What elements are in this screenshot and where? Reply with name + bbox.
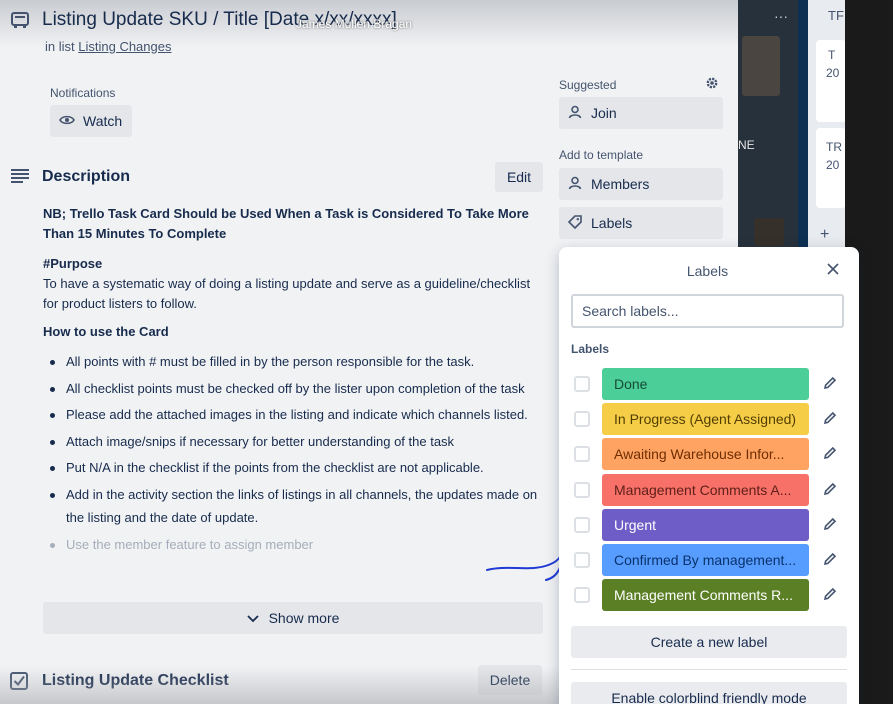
card-thumbnail[interactable]	[742, 36, 780, 96]
list-item: All points with # must be filled in by t…	[43, 350, 548, 374]
label-row[interactable]: In Progress (Agent Assigned)	[571, 403, 847, 436]
add-to-template-label: Add to template	[559, 148, 644, 162]
description-icon	[10, 168, 30, 189]
label-row[interactable]: Confirmed By management...	[571, 544, 847, 576]
purpose-heading: #Purpose	[43, 256, 103, 271]
pencil-icon[interactable]	[823, 517, 837, 536]
close-icon[interactable]	[827, 262, 839, 280]
label-row[interactable]: Management Comments A...	[571, 473, 847, 506]
pencil-icon[interactable]	[823, 411, 837, 430]
label-chip[interactable]: Management Comments R...	[602, 579, 809, 612]
create-label-button[interactable]: Create a new label	[571, 626, 847, 658]
label-chip[interactable]: Management Comments A...	[602, 473, 809, 506]
list-item: Put N/A in the checklist if the points f…	[43, 456, 548, 480]
add-card-icon[interactable]: +	[820, 226, 829, 244]
join-label: Join	[591, 105, 617, 121]
edit-description-button[interactable]: Edit	[495, 162, 543, 192]
labels-popover: Labels Labels DoneIn Progress (Agent Ass…	[559, 247, 859, 704]
board-card[interactable]: T 20	[816, 40, 845, 122]
list-item: All checklist points must be checked off…	[43, 377, 548, 401]
board-card-text: NE	[738, 138, 755, 152]
label-chip[interactable]: Done	[602, 368, 809, 400]
label-chip[interactable]: Urgent	[602, 508, 809, 541]
card-thumbnail[interactable]	[754, 218, 784, 246]
board-card-text: 20	[826, 158, 840, 172]
person-icon	[568, 105, 582, 122]
label-row[interactable]: Urgent	[571, 508, 847, 541]
label-checkbox[interactable]	[574, 411, 590, 428]
notifications-label: Notifications	[50, 86, 116, 100]
description-body[interactable]: NB; Trello Task Card Should be Used When…	[43, 204, 548, 559]
checklist-title[interactable]: Listing Update Checklist	[42, 672, 229, 690]
label-checkbox[interactable]	[574, 587, 590, 604]
list-item: Please add the attached images in the li…	[43, 403, 548, 427]
labels-button-label: Labels	[591, 215, 633, 231]
members-button[interactable]: Members	[559, 168, 723, 200]
tag-icon	[567, 214, 582, 232]
label-checkbox[interactable]	[574, 516, 590, 533]
description-title: Description	[42, 168, 131, 185]
label-row[interactable]: Done	[571, 368, 847, 400]
card-icon	[10, 10, 30, 35]
label-checkbox[interactable]	[574, 481, 590, 498]
watch-button[interactable]: Watch	[50, 105, 132, 137]
pencil-icon[interactable]	[823, 552, 837, 571]
purpose-text: To have a systematic way of doing a list…	[43, 276, 531, 311]
join-button[interactable]: Join	[559, 97, 723, 129]
watch-label: Watch	[83, 113, 123, 129]
eye-icon	[59, 113, 75, 129]
show-more-label: Show more	[268, 610, 340, 626]
label-chip[interactable]: Confirmed By management...	[602, 544, 809, 576]
labels-button[interactable]: Labels	[559, 207, 723, 239]
chevron-down-icon	[246, 610, 259, 626]
in-list-prefix: in list	[45, 39, 75, 54]
label-row[interactable]: Management Comments R...	[571, 579, 847, 612]
popover-title: Labels	[686, 263, 729, 279]
pencil-icon[interactable]	[823, 482, 837, 501]
pencil-icon[interactable]	[823, 446, 837, 465]
annotation-stroke	[486, 554, 562, 581]
list-item: Use the member feature to assign member	[43, 533, 548, 557]
board-card[interactable]: TR 20	[816, 128, 845, 208]
label-checkbox[interactable]	[574, 446, 590, 463]
howto-list: All points with # must be filled in by t…	[43, 350, 548, 556]
list-item: Attach image/snips if necessary for bett…	[43, 430, 548, 454]
label-checkbox[interactable]	[574, 376, 590, 392]
in-list-text: in list Listing Changes	[45, 39, 171, 54]
labels-section-label: Labels	[571, 342, 610, 356]
board-card-text: 20	[826, 66, 840, 80]
presenter-name: James Mullen Bragan	[296, 17, 413, 31]
board-list-title: TF	[828, 8, 844, 23]
members-label: Members	[591, 176, 650, 192]
divider	[571, 669, 847, 670]
description-note: NB; Trello Task Card Should be Used When…	[43, 206, 529, 241]
pencil-icon[interactable]	[823, 376, 837, 395]
list-item: Add in the activity section the links of…	[43, 483, 548, 530]
pencil-icon[interactable]	[823, 587, 837, 606]
delete-checklist-button[interactable]: Delete	[478, 665, 542, 695]
howto-heading: How to use the Card	[43, 324, 169, 339]
board-card-text: TR	[826, 140, 842, 154]
label-row[interactable]: Awaiting Warehouse Infor...	[571, 438, 847, 471]
more-icon[interactable]: ···	[774, 8, 788, 24]
label-chip[interactable]: In Progress (Agent Assigned)	[602, 403, 809, 436]
label-checkbox[interactable]	[574, 552, 590, 568]
search-labels-input[interactable]	[571, 294, 844, 328]
suggested-label: Suggested	[559, 78, 617, 92]
show-more-button[interactable]: Show more	[43, 602, 543, 634]
label-chip[interactable]: Awaiting Warehouse Infor...	[602, 438, 809, 471]
colorblind-mode-button[interactable]: Enable colorblind friendly mode	[571, 682, 847, 704]
person-icon	[568, 176, 582, 193]
checklist-icon	[10, 672, 28, 695]
list-link[interactable]: Listing Changes	[78, 39, 171, 54]
gear-icon[interactable]	[705, 76, 719, 95]
board-card-text: T	[828, 48, 836, 62]
